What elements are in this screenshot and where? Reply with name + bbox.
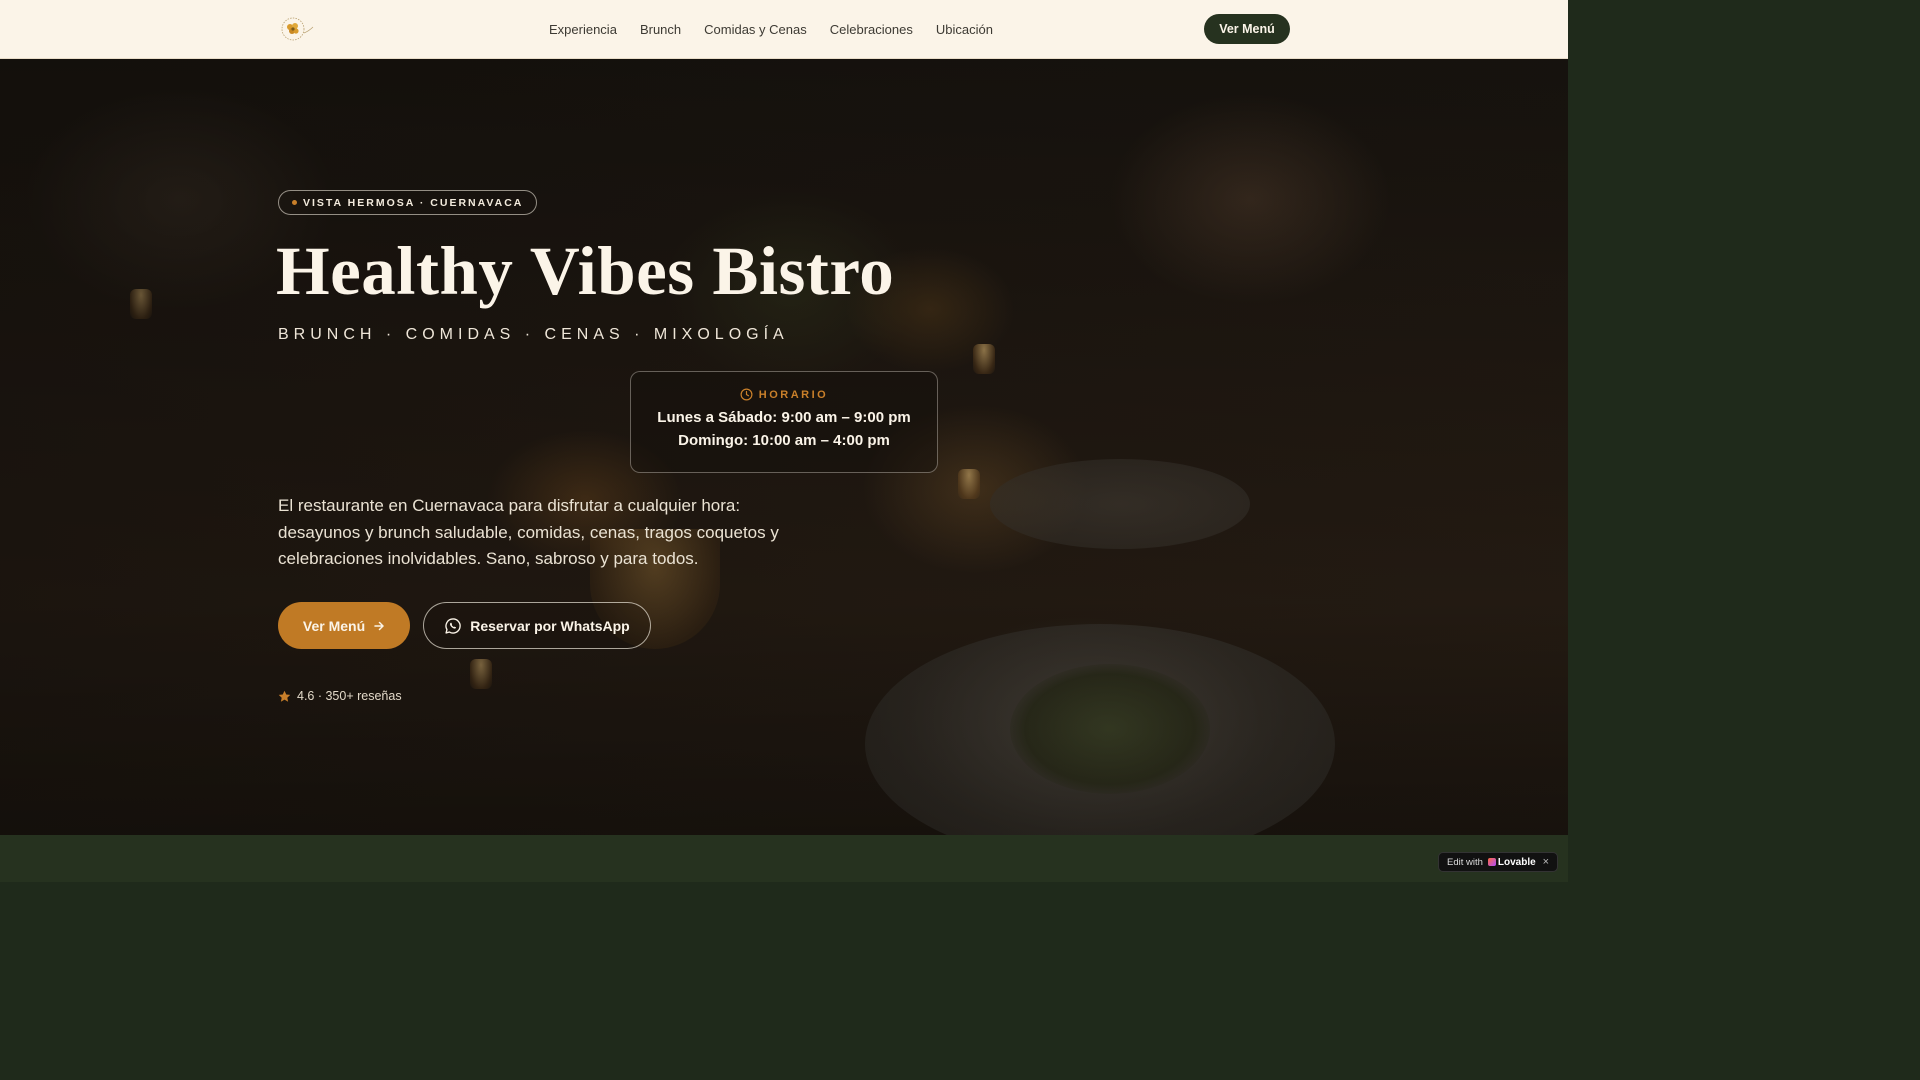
rating-row: 4.6 · 350+ reseñas [278,689,402,703]
hero-description: El restaurante en Cuernavaca para disfru… [278,496,779,568]
view-menu-button[interactable]: Ver Menú [278,602,410,649]
nav-link-experiencia[interactable]: Experiencia [549,22,617,37]
lovable-heart-icon [1487,858,1496,866]
hero-title: Healthy Vibes Bistro [276,233,895,309]
lovable-edit-badge[interactable]: Edit with Lovable × [1438,852,1558,872]
next-section-band [0,835,1568,882]
whatsapp-icon [445,617,462,634]
nav-link-brunch[interactable]: Brunch [640,22,681,37]
nav-link-celebraciones[interactable]: Celebraciones [830,22,913,37]
lovable-brand: Lovable [1487,856,1536,868]
hero-subtitle: BRUNCH · COMIDAS · CENAS · MIXOLOGÍA [278,326,789,343]
location-badge: VISTA HERMOSA · CUERNAVACA [278,190,538,215]
hours-label: HORARIO [631,388,937,401]
lovable-prefix: Edit with [1447,856,1483,868]
nav-link-comidas-cenas[interactable]: Comidas y Cenas [704,22,807,37]
lovable-close-icon[interactable]: × [1543,856,1549,868]
whatsapp-reserve-label: Reservar por WhatsApp [470,617,630,634]
nav-menu-button[interactable]: Ver Menú [1204,14,1290,44]
hours-label-text: HORARIO [758,388,829,401]
sunflower-logo-icon[interactable] [278,13,316,45]
hours-weekdays: Lunes a Sábado: 9:00 am – 9:00 pm [657,409,911,426]
hours-sunday: Domingo: 10:00 am – 4:00 pm [678,432,890,449]
whatsapp-reserve-button[interactable]: Reservar por WhatsApp [423,602,651,649]
main-nav: Experiencia Brunch Comidas y Cenas Celeb… [549,0,993,59]
star-icon [278,690,291,702]
hero-section: VISTA HERMOSA · CUERNAVACA Healthy Vibes… [0,59,1568,835]
rating-text: 4.6 · 350+ reseñas [297,689,402,703]
nav-link-ubicacion[interactable]: Ubicación [936,22,993,37]
clock-icon [740,388,753,401]
lovable-brand-text: Lovable [1497,856,1536,868]
arrow-right-icon [374,621,384,630]
top-navbar: Experiencia Brunch Comidas y Cenas Celeb… [0,0,1568,59]
view-menu-label: Ver Menú [302,617,366,634]
hours-card: HORARIO Lunes a Sábado: 9:00 am – 9:00 p… [630,371,938,473]
location-badge-text: VISTA HERMOSA · CUERNAVACA [303,196,524,209]
badge-dot-icon [292,200,297,205]
